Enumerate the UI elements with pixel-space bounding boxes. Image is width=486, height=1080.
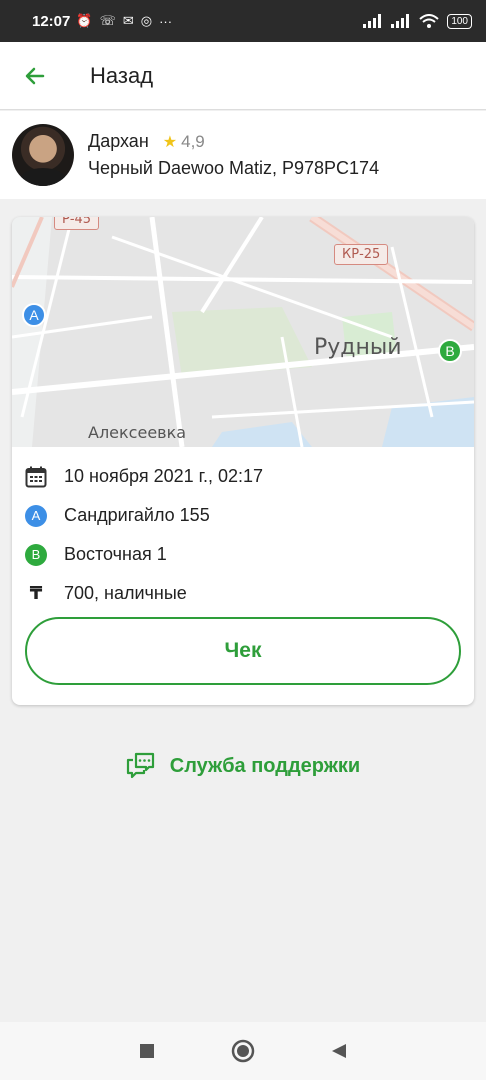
missed-call-icon: ☏ [99, 13, 116, 28]
driver-info: Дархан ★ 4,9 Черный Daewoo Matiz, P978PC… [88, 131, 379, 179]
battery-indicator: 100 [447, 13, 472, 29]
support-link[interactable]: Служба поддержки [0, 746, 486, 786]
star-icon: ★ [162, 133, 178, 151]
back-nav-button[interactable] [330, 1042, 348, 1060]
alarm-icon: ⏰ [76, 13, 93, 28]
map-streets [12, 217, 474, 447]
signal-icon-2 [391, 14, 410, 28]
status-icons-right: 100 [363, 13, 472, 29]
system-nav-bar [0, 1022, 486, 1080]
car-description: Черный Daewoo Matiz, P978PC174 [88, 158, 380, 178]
point-b-address: Восточная 1 [64, 544, 167, 564]
status-time: 12:07 [32, 12, 71, 30]
chat-bubbles-icon [126, 752, 156, 780]
trip-datetime-row: 10 ноября 2021 г., 02:17 [24, 457, 462, 496]
route-map[interactable]: Р-45 КР-25 Рудный Алексеевка A B [12, 217, 474, 447]
home-button[interactable] [231, 1039, 255, 1063]
road-sign-kr25: КР-25 [334, 244, 389, 265]
map-marker-a: A [22, 303, 46, 327]
payment-info: 700, наличные [64, 583, 187, 603]
status-bar: 12:07 ⏰ ☏ ✉ ◎ ··· 100 [0, 0, 486, 42]
message-icon: ✉ [122, 13, 134, 28]
map-marker-b: B [438, 339, 462, 363]
driver-name: Дархан [88, 131, 149, 151]
status-icons-left: ⏰ ☏ ✉ ◎ ··· [76, 13, 172, 29]
payment-row: ₸ 700, наличные [24, 574, 462, 613]
support-label: Служба поддержки [169, 754, 361, 777]
calendar-icon [24, 465, 48, 489]
whatsapp-icon: ◎ [140, 13, 153, 28]
receipt-button[interactable]: Чек [25, 617, 461, 685]
back-arrow-icon [25, 67, 45, 84]
app-bar: Назад [0, 42, 486, 110]
point-b-icon: B [25, 543, 47, 566]
point-a-address: Сандригайло 155 [64, 505, 210, 525]
more-icon: ··· [159, 13, 173, 29]
driver-rating: 4,9 [181, 131, 205, 151]
map-city-label: Рудный [314, 335, 402, 360]
point-a-row: A Сандригайло 155 [24, 496, 462, 535]
point-b-row: B Восточная 1 [24, 535, 462, 574]
point-a-icon: A [25, 504, 47, 527]
driver-card: Дархан ★ 4,9 Черный Daewoo Matiz, P978PC… [0, 111, 486, 199]
signal-icon [363, 14, 382, 28]
recents-button[interactable] [138, 1042, 156, 1060]
trip-datetime: 10 ноября 2021 г., 02:17 [64, 466, 264, 486]
wifi-icon [419, 13, 439, 28]
road-sign-r45: Р-45 [54, 217, 100, 230]
trip-details: 10 ноября 2021 г., 02:17 A Сандригайло 1… [12, 447, 474, 623]
map-village-label: Алексеевка [88, 423, 187, 442]
tenge-icon: ₸ [29, 583, 43, 603]
back-button[interactable] [0, 42, 70, 110]
page-title[interactable]: Назад [90, 63, 153, 89]
trip-card: Р-45 КР-25 Рудный Алексеевка A B 10 нояб… [12, 217, 474, 705]
driver-avatar [12, 124, 74, 186]
